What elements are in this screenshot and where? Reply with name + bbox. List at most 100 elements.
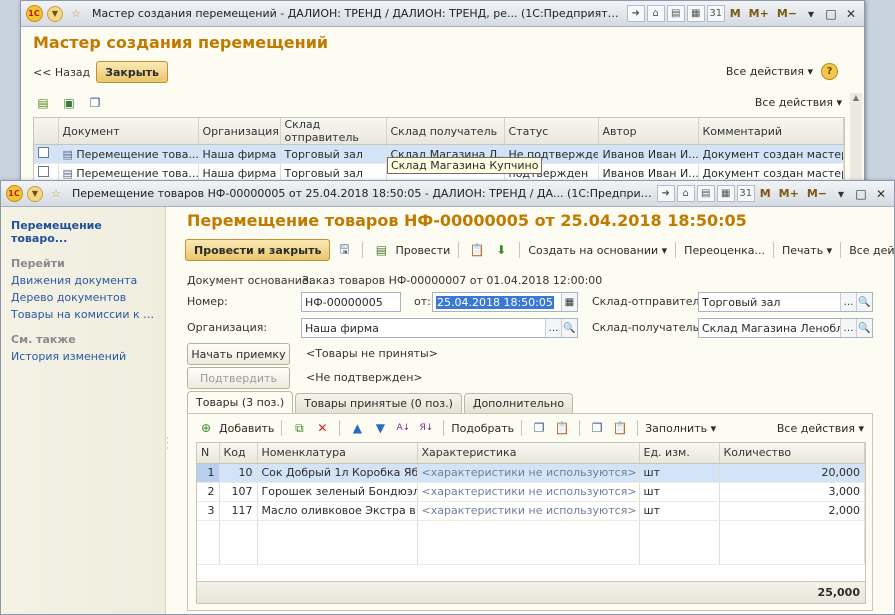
table-cell[interactable]: Иванов Иван И... (598, 144, 699, 164)
all-actions-menu[interactable]: Все действия ▾ (849, 244, 894, 257)
search-icon[interactable]: 🔍 (561, 319, 577, 337)
col-header[interactable]: Склад получатель (386, 118, 505, 145)
col-header[interactable]: N (197, 443, 220, 464)
favorites-star-icon[interactable]: ☆ (47, 185, 65, 203)
col-header[interactable]: Характеристика (417, 443, 640, 464)
app-logo-icon[interactable]: 1С (25, 5, 43, 23)
table-cell[interactable]: 117 (219, 501, 258, 521)
post-icon[interactable]: ▤ (371, 240, 391, 260)
table-cell[interactable]: Сок Добрый 1л Коробка Яб... (257, 463, 418, 483)
items-all-actions-menu[interactable]: Все действия ▾ (777, 422, 864, 435)
tab-goods-accepted[interactable]: Товары принятые (0 поз.) (295, 393, 462, 413)
table-cell[interactable]: 107 (219, 482, 258, 502)
copy-row-icon[interactable]: ⧉ (289, 418, 309, 438)
help-icon[interactable]: ? (821, 63, 838, 80)
add-button[interactable]: Добавить (219, 422, 274, 435)
print-menu[interactable]: Печать ▾ (782, 244, 832, 257)
download-icon[interactable]: ⬇ (491, 240, 511, 260)
go-arrow-icon[interactable]: ➜ (626, 5, 645, 22)
nav-item-movements[interactable]: Движения документа (1, 272, 165, 289)
document-icon[interactable]: ▤ (666, 5, 685, 22)
nav-item-doc-tree[interactable]: Дерево документов (1, 289, 165, 306)
col-header[interactable]: Склад отправитель (280, 118, 387, 145)
scrollbar[interactable]: ▲ (850, 93, 862, 183)
clipboard-icon[interactable]: 📋 (467, 240, 487, 260)
select-ellipsis-icon[interactable]: … (840, 319, 856, 337)
save-icon[interactable]: 🖫 (334, 240, 354, 260)
minimize-icon[interactable]: ▾ (832, 185, 850, 202)
row-checkbox[interactable] (34, 144, 59, 164)
table-row[interactable]: 3 117 Масло оливковое Экстра в... <харак… (197, 501, 865, 521)
table-cell[interactable]: Документ создан мастером (698, 144, 844, 164)
table-cell[interactable]: шт (639, 501, 720, 521)
date-field[interactable]: 25.04.2018 18:50:05 ▦ (432, 292, 578, 312)
close-icon[interactable]: ✕ (872, 185, 890, 202)
memory-mplus-button[interactable]: M+ (776, 187, 802, 200)
history-icon[interactable]: ⌂ (676, 185, 695, 202)
memory-mminus-button[interactable]: M− (804, 187, 830, 200)
col-header[interactable]: Ед. изм. (639, 443, 720, 464)
table-cell[interactable]: шт (639, 463, 720, 483)
post-button[interactable]: Провести (395, 244, 450, 257)
all-actions-menu[interactable]: Все действия ▾ (726, 65, 813, 78)
go-arrow-icon[interactable]: ➜ (656, 185, 675, 202)
maximize-icon[interactable]: □ (852, 185, 870, 202)
table-icon[interactable]: ▦ (716, 185, 735, 202)
col-header[interactable]: Документ (58, 118, 199, 145)
select-ellipsis-icon[interactable]: … (840, 293, 856, 311)
sender-field[interactable]: Торговый зал … 🔍 (698, 292, 873, 312)
col-header[interactable]: Комментарий (698, 118, 844, 145)
nav-current-item[interactable]: Перемещение товаро... (1, 207, 165, 251)
menu-dropdown-icon[interactable]: ▼ (26, 185, 44, 203)
document-icon[interactable]: ▤ (696, 185, 715, 202)
close-icon[interactable]: ✕ (842, 5, 860, 22)
nav-item-consignment[interactable]: Товары на комиссии к от... (1, 306, 165, 323)
table-row[interactable]: 1 10 Сок Добрый 1л Коробка Яб... <характ… (197, 463, 865, 483)
add-plus-icon[interactable]: ⊕ (196, 418, 216, 438)
table-cell[interactable]: Горошек зеленый Бондюэл... (257, 482, 418, 502)
memory-mplus-button[interactable]: M+ (746, 7, 772, 20)
table-cell[interactable]: 10 (219, 463, 258, 483)
confirm-button[interactable]: Подтвердить (187, 367, 290, 389)
calendar-icon[interactable]: 31 (736, 185, 755, 202)
table-cell[interactable]: <характеристики не используются> (417, 463, 640, 483)
col-header[interactable]: Номенклатура (257, 443, 418, 464)
table-cell[interactable]: 3,000 (719, 482, 865, 502)
create-doc-icon[interactable]: ▤ (33, 93, 53, 113)
pick-button[interactable]: Подобрать (451, 422, 514, 435)
table-cell[interactable]: 2,000 (719, 501, 865, 521)
minimize-icon[interactable]: ▾ (802, 5, 820, 22)
paste-lines-icon[interactable]: 📋 (610, 418, 630, 438)
tab-additional[interactable]: Дополнительно (463, 393, 574, 413)
col-header[interactable]: Организация (198, 118, 281, 145)
org-field[interactable]: Наша фирма … 🔍 (301, 318, 578, 338)
col-header[interactable]: Количество (719, 443, 865, 464)
search-icon[interactable]: 🔍 (856, 319, 872, 337)
memory-m-button[interactable]: M (757, 187, 774, 200)
table-cell[interactable]: ▤ Перемещение това... (58, 144, 199, 164)
col-header[interactable]: Автор (598, 118, 699, 145)
number-field[interactable]: НФ-00000005 (301, 292, 401, 312)
table-cell[interactable]: <характеристики не используются> (417, 482, 640, 502)
table-cell[interactable]: шт (639, 482, 720, 502)
menu-dropdown-icon[interactable]: ▼ (46, 5, 64, 23)
app-logo-icon[interactable]: 1С (5, 185, 23, 203)
col-header[interactable]: Статус (504, 118, 599, 145)
move-down-icon[interactable]: ▼ (370, 418, 390, 438)
history-icon[interactable]: ⌂ (646, 5, 665, 22)
table-cell[interactable]: Наша фирма (198, 144, 281, 164)
search-icon[interactable]: 🔍 (856, 293, 872, 311)
receiver-field[interactable]: Склад Магазина Ленобласт … 🔍 (698, 318, 873, 338)
base-doc-link[interactable]: Заказ товаров НФ-00000007 от 01.04.2018 … (302, 274, 602, 287)
sort-asc-icon[interactable]: A↓ (393, 418, 413, 438)
start-accept-button[interactable]: Начать приемку (187, 343, 290, 365)
table-row[interactable]: 2 107 Горошек зеленый Бондюэл... <характ… (197, 482, 865, 502)
delete-row-icon[interactable]: ✕ (312, 418, 332, 438)
back-button[interactable]: << Назад (33, 66, 90, 79)
tab-goods[interactable]: Товары (3 поз.) (187, 391, 294, 413)
post-docs-icon[interactable]: ▣ (59, 93, 79, 113)
create-based-menu[interactable]: Создать на основании ▾ (528, 244, 667, 257)
calendar-icon[interactable]: ▦ (561, 293, 577, 311)
col-header[interactable]: Код (219, 443, 258, 464)
table-cell[interactable]: <характеристики не используются> (417, 501, 640, 521)
